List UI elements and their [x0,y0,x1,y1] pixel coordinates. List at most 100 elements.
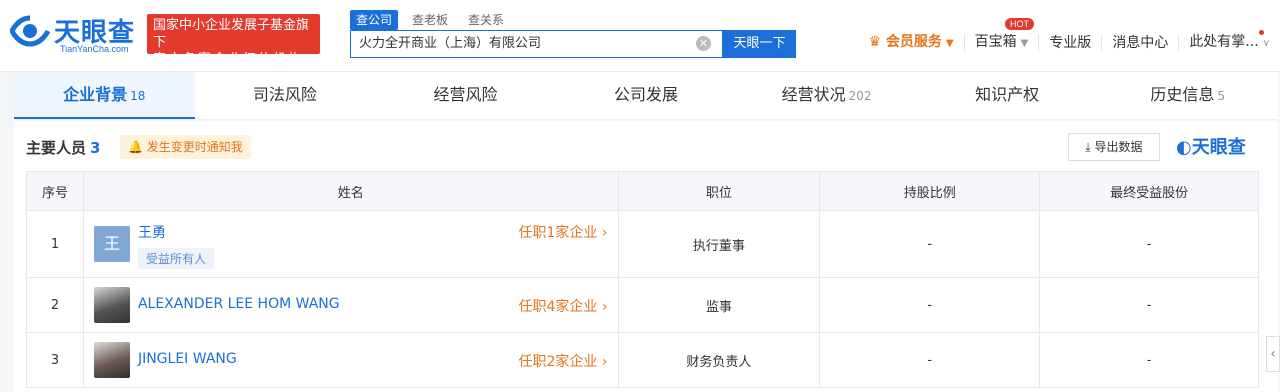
row-index: 1 [26,210,84,278]
nav-toolbox[interactable]: 百宝箱 ▼ [965,34,1040,52]
nav-messages[interactable]: 消息中心 [1102,35,1180,51]
brand-subtitle: TianYanCha.com [60,44,129,54]
tab-label: 企业背景 [63,85,128,104]
posts-label: 任职2家企业 [518,354,598,370]
avatar[interactable] [93,342,130,378]
tab-label: 经营风险 [433,85,498,104]
bell-icon: 🔔 [128,140,147,154]
export-label: 导出数据 [1094,140,1143,154]
panel-title-text: 主要人员 [26,139,87,157]
nav-toolbox-label: 百宝箱 [974,34,1017,50]
nav-vip-label: 会员服务 [885,34,942,50]
hot-badge: HOT [1005,18,1034,30]
person-name-link[interactable]: 王勇 [138,222,166,242]
posts-link[interactable]: 任职2家企业 › [519,351,608,371]
search-tab-relation[interactable]: 查关系 [462,10,510,30]
share-cell: - [819,210,1041,278]
tab-count: 18 [130,89,146,103]
posts-link[interactable]: 任职4家企业 › [519,296,608,316]
row-index: 2 [26,277,84,333]
search-input[interactable]: 火力全开商业（上海）有限公司 [350,30,723,58]
tab-operating-risk[interactable]: 经营风险 [375,72,556,119]
chevron-right-icon: › [597,225,608,241]
search-tab-company[interactable]: 查公司 [350,10,399,30]
key-personnel-panel: 主要人员 3 🔔 发生变更时通知我 ⤓ 导出数据 ◐天眼查 序号 姓名 职位 持股… [14,121,1278,392]
col-index: 序号 [26,171,84,211]
crown-icon: ♛ [868,34,886,50]
eye-logo-icon [10,15,50,47]
notify-label: 发生变更时通知我 [146,140,243,154]
notify-change-button[interactable]: 🔔 发生变更时通知我 [120,135,251,159]
row-index: 3 [26,332,84,388]
tab-label: 经营状况 [781,85,846,104]
notification-dot [1259,30,1264,35]
section-tabs: 企业背景 18 司法风险 经营风险 公司发展 经营状况 202 知识产权 历史信息 5 [14,72,1278,120]
caret-down-icon: ▼ [1020,38,1029,49]
chevron-down-icon: ∨ [1262,38,1270,49]
nav-vip-service[interactable]: ♛ 会员服务 ▼ [858,34,965,52]
clear-search-icon[interactable]: ✕ [696,36,711,51]
panel-brand-text: 天眼查 [1191,137,1246,158]
nav-pro[interactable]: 专业版 [1039,35,1103,51]
search-tabs: 查公司 查老板 查关系 [350,10,510,30]
panel-count: 3 [90,139,101,157]
chevron-right-icon: › [597,299,608,315]
search-tab-boss[interactable]: 查老板 [406,10,454,30]
person-cell: JINGLEI WANG 任职2家企业 › [82,332,619,388]
caret-down-icon: ▼ [945,38,954,49]
person-cell: ALEXANDER LEE HOM WANG 任职4家企业 › [82,277,619,333]
avatar[interactable]: 王 [93,226,130,262]
top-header: 天眼查 TianYanCha.com 国家中小企业发展子基金旗下 官方备案企业征… [0,0,1280,72]
nav-user[interactable]: 此处有掌... ∨ [1179,34,1280,52]
posts-label: 任职1家企业 [518,225,598,241]
search-button[interactable]: 天眼一下 [723,30,796,58]
col-final-benefit: 最终受益股份 [1039,171,1259,211]
gov-line-2: 官方备案企业征信机构 [153,52,304,67]
person-cell: 王 王勇 受益所有人 任职1家企业 › [82,210,619,278]
personnel-table: 序号 姓名 职位 持股比例 最终受益股份 1 王 王勇 受益所有人 任职1家企业… [26,171,1259,388]
panel-title: 主要人员 3 [26,137,100,158]
tab-label: 司法风险 [252,85,317,104]
gov-line-1: 国家中小企业发展子基金旗下 [153,18,310,50]
col-position: 职位 [617,171,821,211]
export-data-button[interactable]: ⤓ 导出数据 [1068,133,1160,161]
posts-label: 任职4家企业 [518,299,598,315]
posts-link[interactable]: 任职1家企业 › [519,222,608,242]
col-share-ratio: 持股比例 [819,171,1041,211]
government-badge: 国家中小企业发展子基金旗下 官方备案企业征信机构 [147,14,320,67]
person-name-link[interactable]: JINGLEI WANG [138,351,237,367]
col-name: 姓名 [82,171,619,211]
nav-user-label: 此处有掌... [1189,34,1259,50]
avatar[interactable] [93,287,130,323]
panel-brand-logo: ◐天眼查 [1176,133,1246,159]
tab-count: 202 [848,89,872,103]
chevron-left-icon: ‹ [1270,346,1276,362]
top-nav: ♛ 会员服务 ▼ 百宝箱 ▼ 专业版 消息中心 此处有掌... ∨ [858,32,1280,54]
position-cell: 监事 [617,277,821,333]
share-cell: - [819,277,1041,333]
position-cell: 执行董事 [617,210,821,278]
tab-label: 知识产权 [975,85,1040,104]
tab-intellectual-property[interactable]: 知识产权 [917,72,1098,119]
tab-history[interactable]: 历史信息 5 [1097,72,1278,119]
beneficiary-tag: 受益所有人 [137,248,214,269]
chevron-right-icon: › [597,354,608,370]
share-cell: - [819,332,1041,388]
tianyancha-logo[interactable]: 天眼查 TianYanCha.com [10,10,140,54]
tab-label: 历史信息 [1150,85,1215,104]
tab-company-development[interactable]: 公司发展 [556,72,737,119]
tab-count: 5 [1217,89,1226,103]
download-icon: ⤓ [1085,140,1095,154]
tab-label: 公司发展 [614,85,679,104]
eye-logo-icon: ◐ [1176,137,1192,158]
benefit-cell: - [1039,332,1259,388]
tab-judicial-risk[interactable]: 司法风险 [195,72,376,119]
position-cell: 财务负责人 [617,332,821,388]
tab-operating-status[interactable]: 经营状况 202 [736,72,917,119]
collapse-sidebar-button[interactable]: ‹ [1266,336,1280,372]
benefit-cell: - [1039,277,1259,333]
table-row: 1 王 王勇 受益所有人 任职1家企业 › 执行董事 - - [26,210,1259,278]
table-row: 2 ALEXANDER LEE HOM WANG 任职4家企业 › 监事 - - [26,277,1259,333]
tab-enterprise-background[interactable]: 企业背景 18 [14,72,195,119]
person-name-link[interactable]: ALEXANDER LEE HOM WANG [138,296,340,312]
